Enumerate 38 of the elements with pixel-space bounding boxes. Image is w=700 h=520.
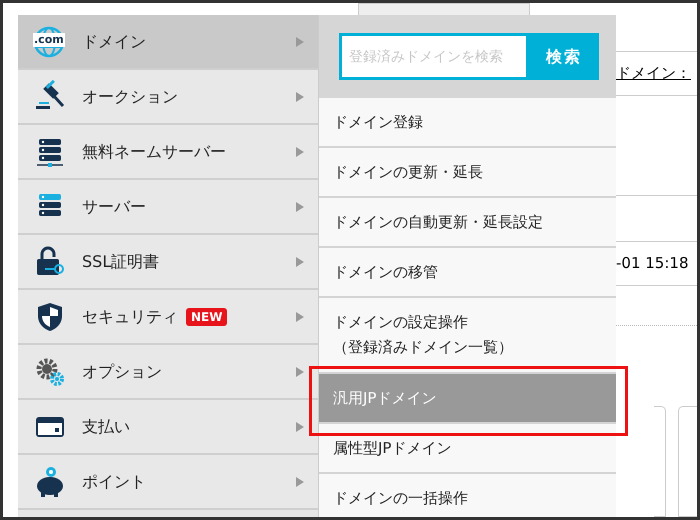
submenu-label: 汎用JPドメイン xyxy=(333,388,438,408)
chevron-icon xyxy=(296,92,304,102)
chevron-icon xyxy=(296,312,304,322)
chevron-icon xyxy=(296,366,304,376)
submenu-item[interactable]: ドメインの更新・延長 xyxy=(319,148,616,198)
chevron-icon xyxy=(296,36,304,46)
submenu-sublabel: （登録済みドメイン一覧） xyxy=(333,337,514,358)
menu-label: ポイント xyxy=(82,470,146,492)
menu-label: 支払い xyxy=(82,416,130,438)
submenu-label: 属性型JPドメイン xyxy=(333,438,452,458)
menu-label: 無料ネームサーバー xyxy=(82,140,226,162)
submenu-label: ドメインの一括操作 xyxy=(333,488,469,508)
submenu-item[interactable]: 属性型JPドメイン xyxy=(319,424,616,474)
chevron-icon xyxy=(296,202,304,212)
menu-label: ドメイン xyxy=(82,30,146,52)
menu-item[interactable]: .com ドメイン xyxy=(18,15,318,70)
chevron-icon xyxy=(296,146,304,156)
menu-label: SSL証明書 xyxy=(82,250,160,272)
submenu-label: ドメインの更新・延長 xyxy=(333,162,484,182)
submenu-label: ドメイン登録 xyxy=(333,112,424,132)
menu-label: サーバー xyxy=(82,196,146,218)
submenu-label: ドメインの設定操作 xyxy=(333,312,469,333)
new-badge: NEW xyxy=(186,308,228,326)
submenu-item[interactable]: ドメインの一括操作 xyxy=(319,474,616,517)
search-field[interactable]: 登録済みドメインを検索 xyxy=(339,33,529,80)
submenu-item[interactable]: ドメインの自動更新・延長設定 xyxy=(319,198,616,248)
chevron-icon xyxy=(296,422,304,432)
submenu-label: ドメインの移管 xyxy=(333,262,439,282)
submenu-item[interactable]: ドメインの移管 xyxy=(319,248,616,298)
chevron-icon xyxy=(296,476,304,486)
menu-label: オプション xyxy=(82,360,162,382)
submenu-label: ドメインの自動更新・延長設定 xyxy=(333,212,544,232)
menu-label: セキュリティ xyxy=(82,306,178,328)
submenu-item[interactable]: ドメイン登録 xyxy=(319,98,616,148)
domain-link[interactable]: ドメイン： xyxy=(616,62,691,85)
date-time: -01 15:18 xyxy=(616,253,688,274)
menu-label: オークション xyxy=(82,86,178,108)
chevron-icon xyxy=(296,256,304,266)
